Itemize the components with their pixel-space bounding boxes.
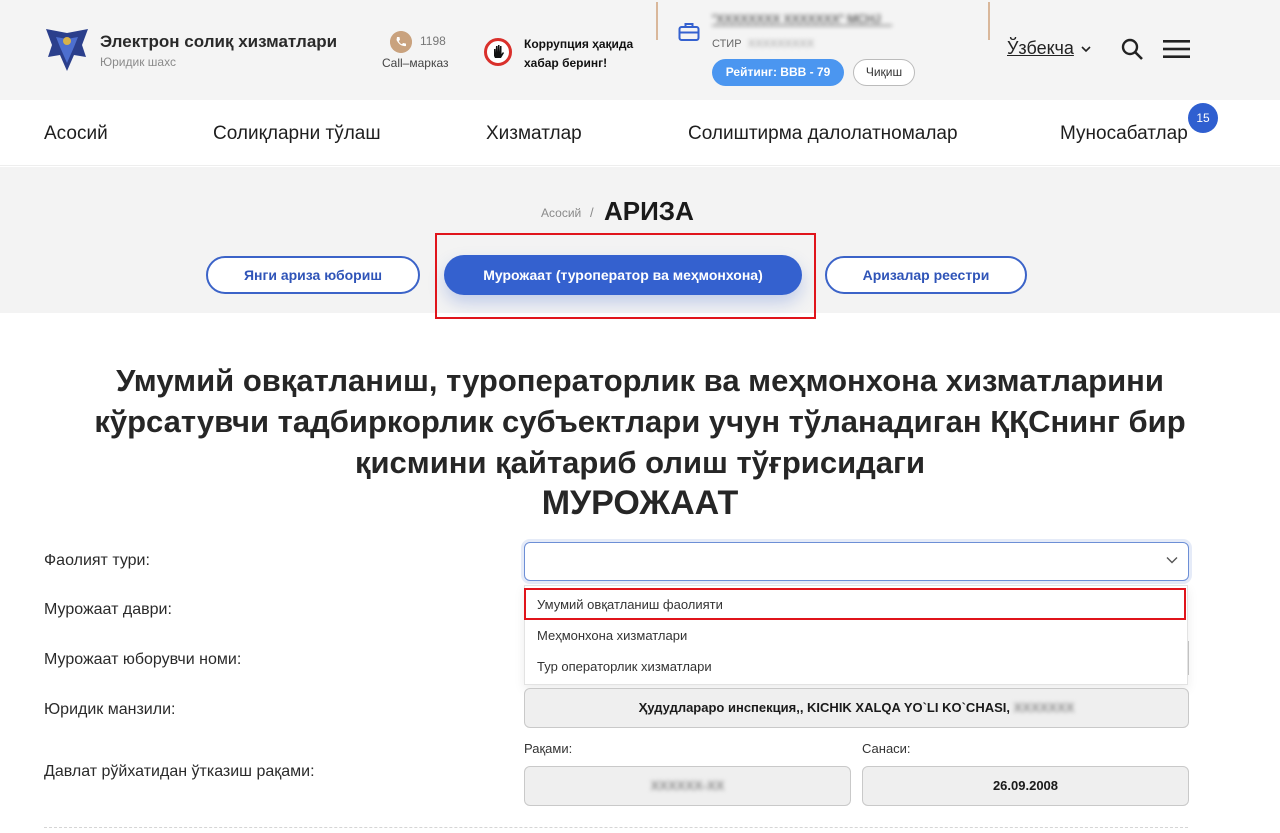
divider bbox=[988, 2, 990, 40]
brand-subtitle: Юридик шахс bbox=[100, 55, 176, 69]
section-divider bbox=[44, 827, 1188, 828]
heading-line: қисмини қайтариб олиш тўғрисидаги bbox=[354, 445, 926, 480]
activity-type-select[interactable] bbox=[524, 542, 1189, 581]
number-label: Рақами: bbox=[524, 741, 573, 756]
dropdown-option[interactable]: Меҳмонхона хизматлари bbox=[537, 628, 687, 643]
form-heading: Умумий овқатланиш, туроператорлик ва меҳ… bbox=[60, 360, 1220, 483]
logout-button[interactable]: Чиқиш bbox=[853, 59, 915, 86]
tab-new-application[interactable]: Янги ариза юбориш bbox=[206, 256, 420, 294]
corruption-report-link[interactable]: Коррупция ҳақида хабар беринг! bbox=[524, 35, 654, 73]
date-label: Санаси: bbox=[862, 741, 911, 756]
rating-button[interactable]: Рейтинг: BBB - 79 bbox=[712, 59, 844, 86]
brand-title[interactable]: Электрон солиқ хизматлари bbox=[100, 32, 337, 52]
breadcrumb-separator: / bbox=[590, 205, 594, 220]
heading-line: Умумий овқатланиш, туроператорлик ва меҳ… bbox=[116, 363, 1164, 398]
legal-address-label: Юридик манзили: bbox=[44, 701, 176, 718]
nav-item-reconciliation[interactable]: Солиштирма далолатномалар bbox=[688, 123, 958, 145]
form-subheading: МУРОЖААТ bbox=[541, 484, 739, 522]
nav-item-pay-taxes[interactable]: Солиқларни тўлаш bbox=[213, 123, 381, 145]
period-label: Мурожаат даври: bbox=[44, 601, 172, 618]
nav-item-relations[interactable]: Муносабатлар bbox=[1060, 123, 1188, 145]
registration-date-field: 26.09.2008 bbox=[862, 766, 1189, 806]
chevron-down-icon[interactable] bbox=[1081, 44, 1091, 54]
tab-registry[interactable]: Аризалар реестри bbox=[825, 256, 1027, 294]
search-icon[interactable] bbox=[1120, 37, 1144, 61]
address-hidden: XXXXXXX bbox=[1013, 700, 1075, 715]
registration-number-label: Давлат рўйхатидан ўтказиш рақами: bbox=[44, 763, 315, 780]
call-center-number: 1198 bbox=[420, 34, 446, 48]
dropdown-option[interactable]: Тур операторлик хизматлари bbox=[537, 659, 712, 674]
heading-line: кўрсатувчи тадбиркорлик субъектлари учун… bbox=[94, 404, 1186, 439]
briefcase-icon bbox=[678, 23, 700, 41]
nav-item-services[interactable]: Хизматлар bbox=[486, 123, 582, 145]
divider bbox=[656, 2, 658, 40]
tab-appeal[interactable]: Мурожаат (туроператор ва меҳмонхона) bbox=[444, 255, 802, 295]
nav-item-home[interactable]: Асосий bbox=[44, 123, 108, 145]
chevron-down-icon[interactable] bbox=[1166, 556, 1178, 564]
breadcrumb-home[interactable]: Асосий bbox=[541, 206, 581, 220]
dropdown-option[interactable]: Умумий овқатланиш фаолияти bbox=[537, 597, 723, 612]
registration-number-value: XXXXXX-XX bbox=[650, 778, 725, 793]
sender-name-label: Мурожаат юборувчи номи: bbox=[44, 651, 242, 668]
legal-address-field: Ҳудудлараро инспекция,, KICHIK XALQA YO`… bbox=[524, 688, 1189, 728]
activity-type-label: Фаолият тури: bbox=[44, 552, 150, 569]
language-selector[interactable]: Ўзбекча bbox=[1007, 38, 1074, 59]
registration-number-field: XXXXXX-XX bbox=[524, 766, 851, 806]
address-text: Ҳудудлараро инспекция,, KICHIK XALQA YO`… bbox=[638, 700, 1010, 715]
hamburger-menu-icon[interactable] bbox=[1163, 39, 1190, 59]
stop-hand-icon[interactable] bbox=[484, 38, 512, 66]
stir-label: СТИР bbox=[712, 38, 742, 50]
company-name[interactable]: "XXXXXXXX XXXXXXX" MCHJ bbox=[712, 12, 892, 26]
notification-badge[interactable]: 15 bbox=[1188, 103, 1218, 133]
page-title: АРИЗА bbox=[604, 196, 694, 226]
phone-icon[interactable] bbox=[390, 31, 412, 53]
call-center-label[interactable]: Call–марказ bbox=[382, 56, 449, 70]
stir-value: XXXXXXXXX bbox=[748, 38, 815, 50]
eagle-logo-icon[interactable] bbox=[42, 27, 92, 73]
